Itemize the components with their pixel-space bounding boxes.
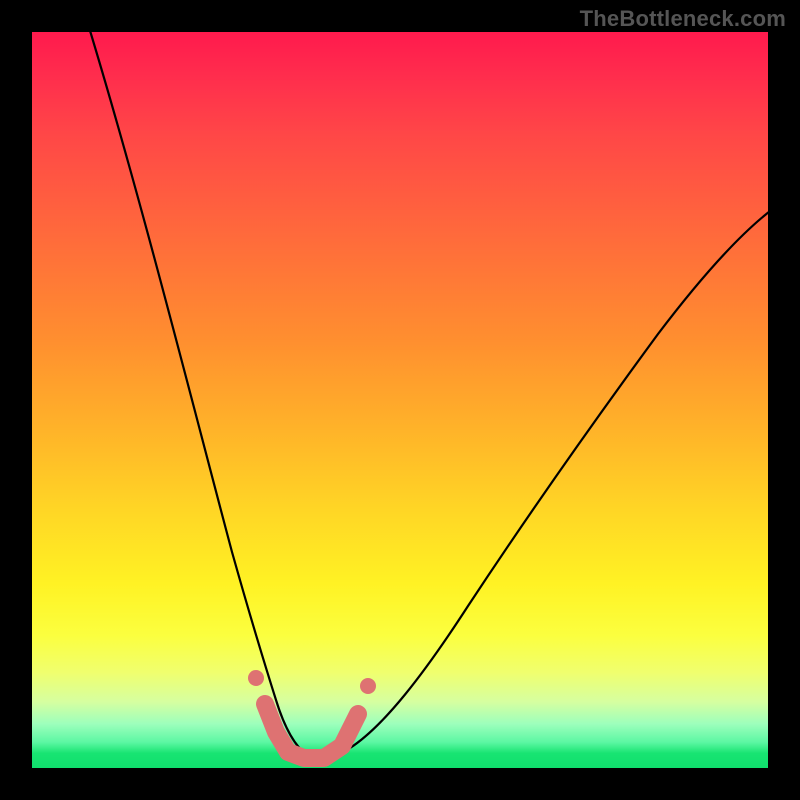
curve-layer: [32, 32, 768, 768]
marker-dot-left: [248, 670, 264, 686]
plot-area: [32, 32, 768, 768]
marker-dot-right: [360, 678, 376, 694]
curve-right-branch: [288, 208, 774, 760]
curve-left-branch: [88, 24, 308, 756]
chart-frame: TheBottleneck.com: [0, 0, 800, 800]
watermark-text: TheBottleneck.com: [580, 6, 786, 32]
